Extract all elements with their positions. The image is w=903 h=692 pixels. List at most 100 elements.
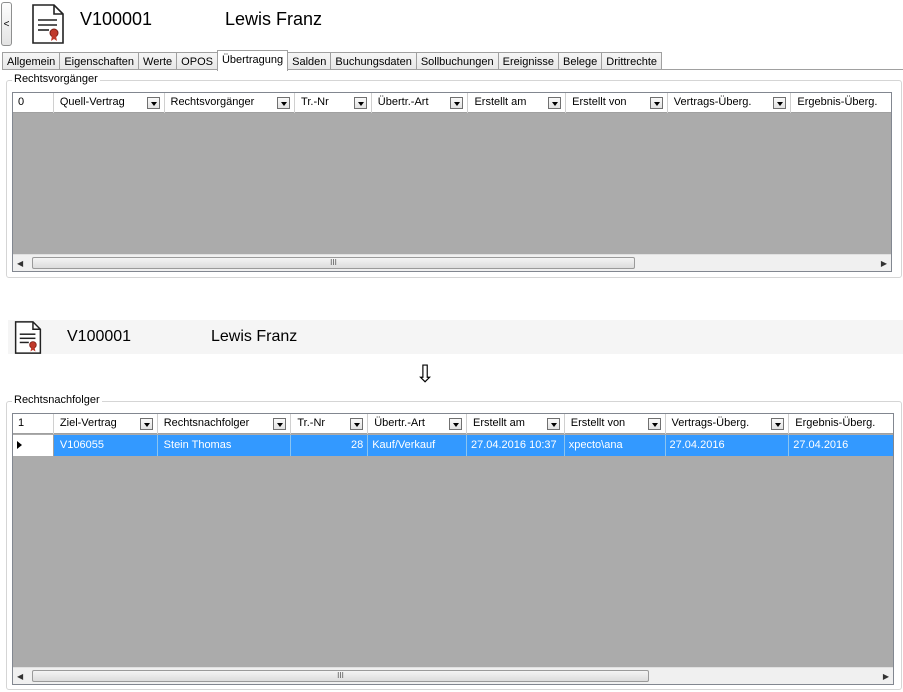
successors-grid[interactable]: 1 Ziel-Vertrag Rechtsnachfolger Tr.-Nr Ü… <box>12 413 894 685</box>
column-label: Ergebnis-Überg. <box>797 96 878 108</box>
contract-document-icon <box>14 321 42 354</box>
scroll-grip: III <box>337 671 344 680</box>
column-label: Rechtsvorgänger <box>170 96 255 108</box>
filter-dropdown-icon[interactable] <box>448 418 462 430</box>
tab-eigenschaften[interactable]: Eigenschaften <box>59 52 140 70</box>
back-button-label: < <box>3 18 10 30</box>
successors-horizontal-scrollbar[interactable]: ◀ III ▶ <box>13 667 893 684</box>
column-header-uebertr-art[interactable]: Übertr.-Art <box>368 414 467 434</box>
scroll-thumb[interactable]: III <box>32 670 649 682</box>
column-header-vertrags-ueberg[interactable]: Vertrags-Überg. <box>668 93 792 113</box>
tab-sollbuchungen[interactable]: Sollbuchungen <box>415 52 499 70</box>
filter-dropdown-icon[interactable] <box>139 418 153 430</box>
column-header-ergebnis-ueberg[interactable]: Ergebnis-Überg. <box>791 93 891 113</box>
filter-dropdown-icon[interactable] <box>350 418 364 430</box>
tab-uebertragung[interactable]: Übertragung <box>216 50 289 71</box>
tab-salden[interactable]: Salden <box>287 52 332 70</box>
scroll-thumb[interactable]: III <box>32 257 635 269</box>
successors-title: Rechtsnachfolger <box>12 394 102 406</box>
successors-grid-header: 1 Ziel-Vertrag Rechtsnachfolger Tr.-Nr Ü… <box>13 414 893 434</box>
middle-contract-id: V100001 <box>67 328 132 345</box>
filter-dropdown-icon[interactable] <box>548 97 562 109</box>
successors-row-count: 1 <box>13 414 54 434</box>
tab-allgemein[interactable]: Allgemein <box>2 52 61 70</box>
cell-ziel-vertrag[interactable]: V106055 <box>53 435 158 456</box>
successors-row-count-label: 1 <box>18 417 25 429</box>
column-label: Übertr.-Art <box>374 417 425 429</box>
cell-rechtsnachfolger[interactable]: Stein Thomas <box>157 435 292 456</box>
tab-belege[interactable]: Belege <box>558 52 603 70</box>
filter-dropdown-icon[interactable] <box>277 97 291 109</box>
filter-dropdown-icon[interactable] <box>771 418 785 430</box>
column-label: Vertrags-Überg. <box>671 417 750 429</box>
column-header-uebertr-art[interactable]: Übertr.-Art <box>372 93 469 113</box>
column-label: Rechtsnachfolger <box>163 417 250 429</box>
column-header-erstellt-von[interactable]: Erstellt von <box>566 93 668 113</box>
cell-uebertr-art[interactable]: Kauf/Verkauf <box>368 435 467 456</box>
tab-drittrechte[interactable]: Drittrechte <box>601 52 663 70</box>
contract-document-icon <box>32 4 64 44</box>
column-header-erstellt-am[interactable]: Erstellt am <box>467 414 565 434</box>
table-row[interactable]: V106055 Stein Thomas 28 Kauf/Verkauf 27.… <box>13 435 893 456</box>
tab-werte[interactable]: Werte <box>138 52 178 70</box>
column-header-erstellt-am[interactable]: Erstellt am <box>468 93 567 113</box>
filter-dropdown-icon[interactable] <box>353 97 367 109</box>
cell-erstellt-von[interactable]: xpecto\ana <box>564 435 666 456</box>
cell-ergebnis-ueberg[interactable]: 27.04.2016 <box>789 435 893 456</box>
filter-dropdown-icon[interactable] <box>450 97 464 109</box>
filter-dropdown-icon[interactable] <box>146 97 160 109</box>
column-label: Erstellt von <box>570 417 626 429</box>
predecessors-row-count-label: 0 <box>18 96 25 108</box>
column-header-ergebnis-ueberg[interactable]: Ergebnis-Überg. <box>789 414 893 434</box>
tab-opos[interactable]: OPOS <box>176 52 218 70</box>
column-label: Ziel-Vertrag <box>59 417 117 429</box>
column-header-vertrags-ueberg[interactable]: Vertrags-Überg. <box>666 414 790 434</box>
header-customer-name: Lewis Franz <box>225 9 323 29</box>
scroll-right-icon[interactable]: ▶ <box>881 259 887 268</box>
tab-divider <box>2 69 903 70</box>
column-header-tr-nr[interactable]: Tr.-Nr <box>291 414 369 434</box>
column-label: Erstellt von <box>572 96 627 108</box>
predecessors-grid[interactable]: 0 Quell-Vertrag Rechtsvorgänger Tr.-Nr Ü… <box>12 92 892 272</box>
column-header-rechtsnachfolger[interactable]: Rechtsnachfolger <box>158 414 292 434</box>
column-label: Vertrags-Überg. <box>673 96 752 108</box>
tab-buchungsdaten[interactable]: Buchungsdaten <box>330 52 417 70</box>
column-header-rechtsvorgaenger[interactable]: Rechtsvorgänger <box>165 93 296 113</box>
column-label: Erstellt am <box>472 417 525 429</box>
predecessors-title: Rechtsvorgänger <box>12 73 100 85</box>
scroll-grip: III <box>330 258 337 267</box>
filter-dropdown-icon[interactable] <box>647 418 661 430</box>
column-header-erstellt-von[interactable]: Erstellt von <box>565 414 666 434</box>
filter-dropdown-icon[interactable] <box>773 97 787 109</box>
filter-dropdown-icon[interactable] <box>273 418 287 430</box>
column-header-tr-nr[interactable]: Tr.-Nr <box>295 93 372 113</box>
predecessors-grid-header: 0 Quell-Vertrag Rechtsvorgänger Tr.-Nr Ü… <box>13 93 891 113</box>
row-selector[interactable] <box>13 435 54 456</box>
tab-ereignisse[interactable]: Ereignisse <box>497 52 559 70</box>
middle-customer-name: Lewis Franz <box>211 328 298 345</box>
scroll-right-icon[interactable]: ▶ <box>883 672 889 681</box>
column-label: Tr.-Nr <box>297 417 326 429</box>
cell-tr-nr[interactable]: 28 <box>291 435 369 456</box>
column-label: Tr.-Nr <box>301 96 329 108</box>
scroll-left-icon[interactable]: ◀ <box>17 259 23 268</box>
column-label: Ergebnis-Überg. <box>795 417 876 429</box>
column-label: Übertr.-Art <box>377 96 429 108</box>
column-header-ziel-vertrag[interactable]: Ziel-Vertrag <box>54 414 158 434</box>
column-label: Quell-Vertrag <box>59 96 125 108</box>
cell-erstellt-am[interactable]: 27.04.2016 10:37 <box>466 435 565 456</box>
filter-dropdown-icon[interactable] <box>546 418 560 430</box>
transfer-arrow-down-icon: ⇩ <box>415 361 436 388</box>
current-row-pointer-icon <box>17 441 22 449</box>
column-header-quell-vertrag[interactable]: Quell-Vertrag <box>54 93 165 113</box>
column-label: Erstellt am <box>474 96 527 108</box>
tab-strip: Allgemein Eigenschaften Werte OPOS Übert… <box>2 50 663 71</box>
back-button[interactable]: < <box>1 2 12 46</box>
predecessors-row-count: 0 <box>13 93 54 113</box>
cell-vertrags-ueberg[interactable]: 27.04.2016 <box>665 435 790 456</box>
middle-header-strip <box>8 320 903 354</box>
header-contract-id: V100001 <box>80 9 153 29</box>
predecessors-horizontal-scrollbar[interactable]: ◀ III ▶ <box>13 254 891 271</box>
scroll-left-icon[interactable]: ◀ <box>17 672 23 681</box>
filter-dropdown-icon[interactable] <box>649 97 663 109</box>
